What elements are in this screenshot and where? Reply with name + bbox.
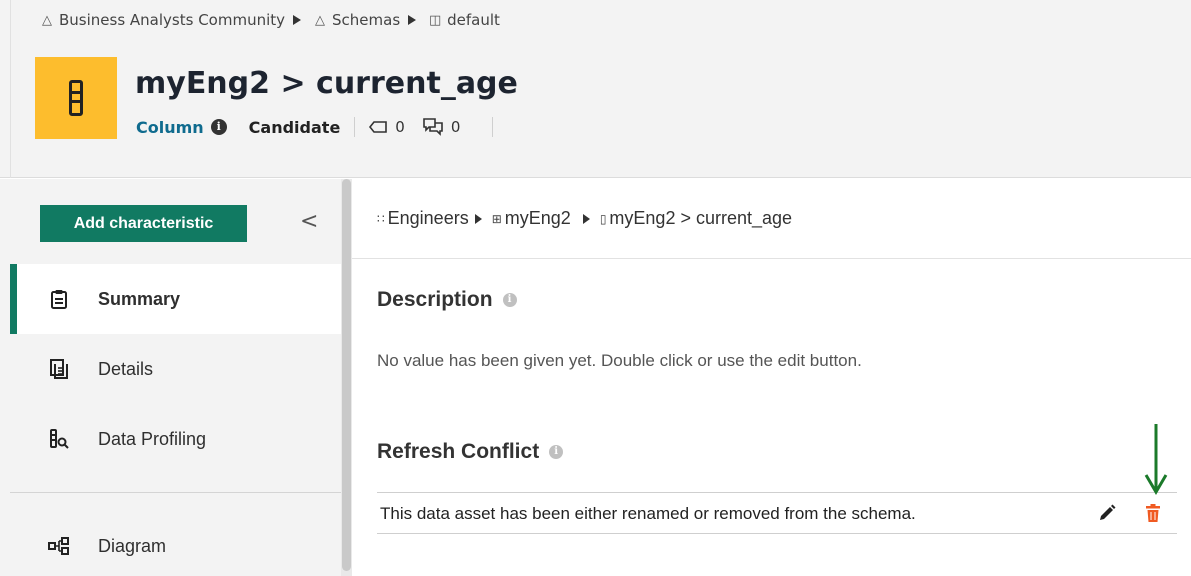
column-search-icon bbox=[48, 429, 70, 449]
breadcrumb-separator bbox=[582, 213, 590, 224]
sidebar-item-diagram[interactable]: Diagram bbox=[10, 511, 341, 576]
sidebar-item-data-profiling[interactable]: Data Profiling bbox=[10, 404, 341, 474]
status-badge[interactable]: Candidate bbox=[249, 118, 341, 137]
asset-type-tile bbox=[35, 57, 117, 139]
comments-counter[interactable]: 0 bbox=[423, 118, 461, 136]
description-placeholder[interactable]: No value has been given yet. Double clic… bbox=[377, 351, 862, 371]
community-icon: ∷ bbox=[377, 211, 385, 226]
down-arrow-annotation bbox=[1144, 423, 1168, 499]
breadcrumb-separator bbox=[474, 213, 482, 224]
table-icon: ⊞ bbox=[491, 211, 502, 226]
tag-icon bbox=[369, 121, 388, 133]
asset-meta: Column i Candidate 0 0 bbox=[136, 117, 507, 137]
breadcrumb-engineers[interactable]: Engineers bbox=[388, 208, 469, 229]
sidebar-item-label: Data Profiling bbox=[98, 428, 207, 449]
description-section-title: Description i bbox=[377, 288, 517, 312]
sidebar-item-label: Details bbox=[98, 358, 154, 379]
breadcrumb: △ Business Analysts Community △ Schemas … bbox=[40, 11, 500, 29]
breadcrumb-table[interactable]: myEng2 bbox=[505, 208, 571, 229]
refresh-conflict-section-title: Refresh Conflict i bbox=[377, 440, 564, 464]
divider bbox=[492, 117, 494, 137]
domain-icon: ◫ bbox=[428, 12, 442, 28]
document-icon bbox=[48, 359, 70, 379]
clipboard-icon bbox=[48, 289, 70, 309]
breadcrumb-default[interactable]: default bbox=[447, 11, 500, 29]
diagram-icon bbox=[48, 537, 70, 555]
asset-type-link[interactable]: Column bbox=[136, 118, 204, 137]
refresh-conflict-value: This data asset has been either renamed … bbox=[380, 504, 916, 523]
breadcrumb-column[interactable]: myEng2 > current_age bbox=[609, 208, 792, 229]
collapse-sidebar-icon[interactable]: < bbox=[300, 209, 318, 234]
divider bbox=[354, 117, 356, 137]
comments-count: 0 bbox=[450, 118, 461, 136]
info-icon[interactable]: i bbox=[210, 119, 227, 135]
community-icon: △ bbox=[315, 12, 326, 28]
comments-icon bbox=[423, 118, 443, 136]
sidebar-item-details[interactable]: Details bbox=[10, 334, 341, 404]
tags-count: 0 bbox=[395, 118, 405, 136]
sidebar-scrollbar-thumb[interactable] bbox=[342, 179, 351, 571]
breadcrumb-schemas[interactable]: Schemas bbox=[332, 11, 400, 29]
add-characteristic-button[interactable]: Add characteristic bbox=[40, 205, 247, 242]
trash-icon[interactable] bbox=[1144, 503, 1162, 527]
breadcrumb-community[interactable]: Business Analysts Community bbox=[59, 11, 285, 29]
divider bbox=[352, 258, 1191, 259]
pencil-icon[interactable] bbox=[1097, 503, 1117, 527]
refresh-conflict-heading: Refresh Conflict bbox=[377, 440, 540, 463]
content-breadcrumb: ∷ Engineers ⊞ myEng2 ▯ myEng2 > current_… bbox=[377, 208, 792, 229]
column-icon bbox=[69, 80, 83, 116]
breadcrumb-separator bbox=[293, 15, 302, 25]
column-icon: ▯ bbox=[599, 211, 607, 226]
sidebar-divider bbox=[10, 492, 341, 493]
page-title: myEng2 > current_age bbox=[135, 66, 518, 101]
refresh-conflict-row: This data asset has been either renamed … bbox=[377, 492, 1177, 534]
info-icon[interactable]: i bbox=[502, 293, 517, 307]
sidebar-item-label: Summary bbox=[98, 288, 181, 309]
breadcrumb-separator bbox=[408, 15, 417, 25]
info-icon[interactable]: i bbox=[549, 445, 564, 459]
sidebar-item-summary[interactable]: Summary bbox=[10, 264, 341, 334]
tags-counter[interactable]: 0 bbox=[369, 118, 405, 136]
sidebar-item-label: Diagram bbox=[98, 535, 167, 556]
community-icon: △ bbox=[42, 12, 52, 28]
description-heading: Description bbox=[377, 288, 493, 311]
